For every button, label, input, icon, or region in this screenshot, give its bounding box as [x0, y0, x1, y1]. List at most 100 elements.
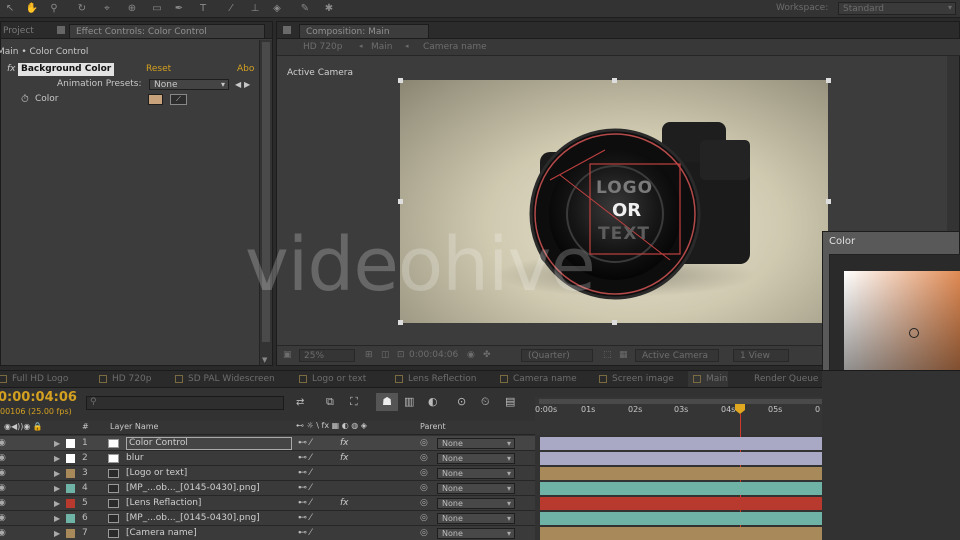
eyedropper-icon[interactable]: ⟋: [170, 94, 187, 105]
snapshot-icon[interactable]: ⊡: [397, 350, 405, 360]
current-time-display[interactable]: 0:00:04:06: [409, 350, 458, 360]
camera-view-select[interactable]: Active Camera: [635, 349, 719, 362]
tab-camera-name[interactable]: Camera name: [495, 371, 577, 387]
parent-select[interactable]: None: [437, 438, 515, 449]
reset-link[interactable]: Reset: [146, 62, 171, 77]
parent-pickwhip-icon[interactable]: ◎: [420, 451, 428, 466]
layer-switches[interactable]: ⊷ ⁄: [298, 496, 311, 511]
parent-pickwhip-icon[interactable]: ◎: [420, 481, 428, 496]
time-ruler[interactable]: 0:00s 01s 02s 03s 04s 05s 0: [535, 397, 822, 435]
layer-switches[interactable]: ⊷ ⁄: [298, 481, 311, 496]
mask-visibility-icon[interactable]: ◫: [381, 350, 390, 360]
selection-tool-icon[interactable]: ↖: [3, 2, 17, 15]
mask-tool-icon[interactable]: ▭: [150, 2, 164, 15]
layer-name[interactable]: blur: [126, 451, 144, 466]
layer-label-color[interactable]: [66, 499, 75, 508]
eraser-tool-icon[interactable]: ◈: [270, 2, 284, 15]
tab-full-hd-logo[interactable]: Full HD Logo: [0, 371, 68, 387]
tab-effect-controls[interactable]: Effect Controls: Color Control: [69, 24, 265, 38]
layer-label-color[interactable]: [66, 484, 75, 493]
layer-duration-bar[interactable]: [540, 482, 822, 495]
layer-switches[interactable]: ⊷ ⁄: [298, 526, 311, 540]
layer-label-color[interactable]: [66, 454, 75, 463]
layer-search-input[interactable]: ⚲: [86, 396, 284, 410]
parent-pickwhip-icon[interactable]: ◎: [420, 511, 428, 526]
crumb-camera-name[interactable]: Camera name: [423, 42, 487, 52]
show-channel-icon[interactable]: ✤: [483, 350, 491, 360]
draft-3d-icon[interactable]: ⧉: [326, 395, 334, 409]
fx-scrollbar[interactable]: ▼: [259, 40, 272, 365]
layer-switches[interactable]: ⊷ ⁄: [298, 466, 311, 481]
type-tool-icon[interactable]: T: [196, 2, 210, 15]
auto-keyframe-icon[interactable]: ⊙: [457, 395, 466, 408]
clone-stamp-tool-icon[interactable]: ⊥: [248, 2, 262, 15]
effect-name[interactable]: Background Color: [18, 63, 115, 76]
safe-zones-icon[interactable]: ⊞: [365, 350, 373, 360]
layer-row[interactable]: ◉ ▶ 1 Color Control ⊷ ⁄ fx ◎ None: [0, 436, 535, 451]
layer-duration-bar[interactable]: [540, 512, 822, 525]
crumb-main[interactable]: Main: [371, 42, 393, 52]
parent-select[interactable]: None: [437, 483, 515, 494]
expand-twirl-icon[interactable]: ▶: [54, 436, 60, 451]
transform-handle[interactable]: [398, 199, 403, 204]
region-of-interest-icon[interactable]: ⬚: [603, 350, 612, 360]
view-layout-select[interactable]: 1 View: [733, 349, 789, 362]
effects-switch[interactable]: fx: [340, 496, 349, 511]
tab-main[interactable]: Main: [688, 371, 728, 387]
crumb-hd720p[interactable]: HD 720p: [303, 42, 342, 52]
layer-label-color[interactable]: [66, 529, 75, 538]
scroll-down-icon[interactable]: ▼: [262, 356, 267, 364]
transform-handle[interactable]: [398, 78, 403, 83]
expand-twirl-icon[interactable]: ▶: [54, 451, 60, 466]
zoom-tool-icon[interactable]: ⚲: [47, 2, 61, 15]
parent-select[interactable]: None: [437, 528, 515, 539]
layer-row[interactable]: ◉ ▶ 3 [Logo or text] ⊷ ⁄ ◎ None: [0, 466, 535, 481]
layer-name[interactable]: [MP_...ob..._[0145-0430].png]: [126, 481, 260, 496]
effects-switch[interactable]: fx: [340, 451, 349, 466]
timeline-timecode[interactable]: 0:00:04:06: [0, 390, 77, 405]
visibility-eye-icon[interactable]: ◉: [0, 436, 6, 451]
preset-prev-icon[interactable]: ◀: [235, 77, 241, 92]
layer-label-color[interactable]: [66, 469, 75, 478]
parent-pickwhip-icon[interactable]: ◎: [420, 496, 428, 511]
roto-brush-tool-icon[interactable]: ✎: [298, 2, 312, 15]
layer-row[interactable]: ◉ ▶ 7 [Camera name] ⊷ ⁄ ◎ None: [0, 526, 535, 540]
animation-presets-select[interactable]: None ▾: [149, 79, 229, 90]
layer-row[interactable]: ◉ ▶ 2 blur ⊷ ⁄ fx ◎ None: [0, 451, 535, 466]
layer-switches[interactable]: ⊷ ⁄: [298, 451, 311, 466]
transform-handle[interactable]: [398, 320, 403, 325]
column-parent[interactable]: Parent: [420, 422, 446, 431]
transform-handle[interactable]: [826, 78, 831, 83]
layer-duration-bar[interactable]: [540, 467, 822, 480]
expand-twirl-icon[interactable]: ▶: [54, 466, 60, 481]
panel-lock-icon[interactable]: [57, 26, 65, 34]
effects-switch[interactable]: fx: [340, 436, 349, 451]
work-area-bar[interactable]: [539, 399, 822, 404]
layer-duration-bar[interactable]: [540, 527, 822, 540]
parent-pickwhip-icon[interactable]: ◎: [420, 466, 428, 481]
visibility-eye-icon[interactable]: ◉: [0, 496, 6, 511]
parent-pickwhip-icon[interactable]: ◎: [420, 526, 428, 540]
expand-twirl-icon[interactable]: ▶: [54, 481, 60, 496]
tab-project[interactable]: Project: [0, 24, 40, 38]
layer-row[interactable]: ◉ ▶ 6 [MP_...ob..._[0145-0430].png] ⊷ ⁄ ◎ None: [0, 511, 535, 526]
fx-toggle[interactable]: fx: [7, 62, 16, 77]
preset-next-icon[interactable]: ▶: [244, 77, 250, 92]
layer-name[interactable]: [Logo or text]: [126, 466, 187, 481]
panel-lock-icon[interactable]: [283, 26, 291, 34]
camera-tool-icon[interactable]: ⌖: [100, 2, 114, 15]
magnification-icon[interactable]: ▣: [283, 350, 292, 360]
layer-name[interactable]: Color Control: [126, 437, 292, 450]
layer-duration-bar[interactable]: [540, 497, 822, 510]
camera-snapshot-icon[interactable]: ◉: [467, 350, 475, 360]
color-field-cursor[interactable]: [909, 328, 919, 338]
graph-editor-icon[interactable]: ▤: [505, 395, 515, 408]
layer-switches[interactable]: ⊷ ⁄: [298, 511, 311, 526]
tab-screen-image[interactable]: Screen image: [594, 371, 674, 387]
visibility-eye-icon[interactable]: ◉: [0, 451, 6, 466]
layer-duration-bar[interactable]: [540, 452, 822, 465]
hide-shy-layers-icon[interactable]: ⛶: [350, 395, 358, 409]
layer-name[interactable]: [MP_...ob..._[0145-0430].png]: [126, 511, 260, 526]
frame-blending-icon[interactable]: ☗: [376, 393, 398, 411]
layer-row[interactable]: ◉ ▶ 4 [MP_...ob..._[0145-0430].png] ⊷ ⁄ ◎ None: [0, 481, 535, 496]
